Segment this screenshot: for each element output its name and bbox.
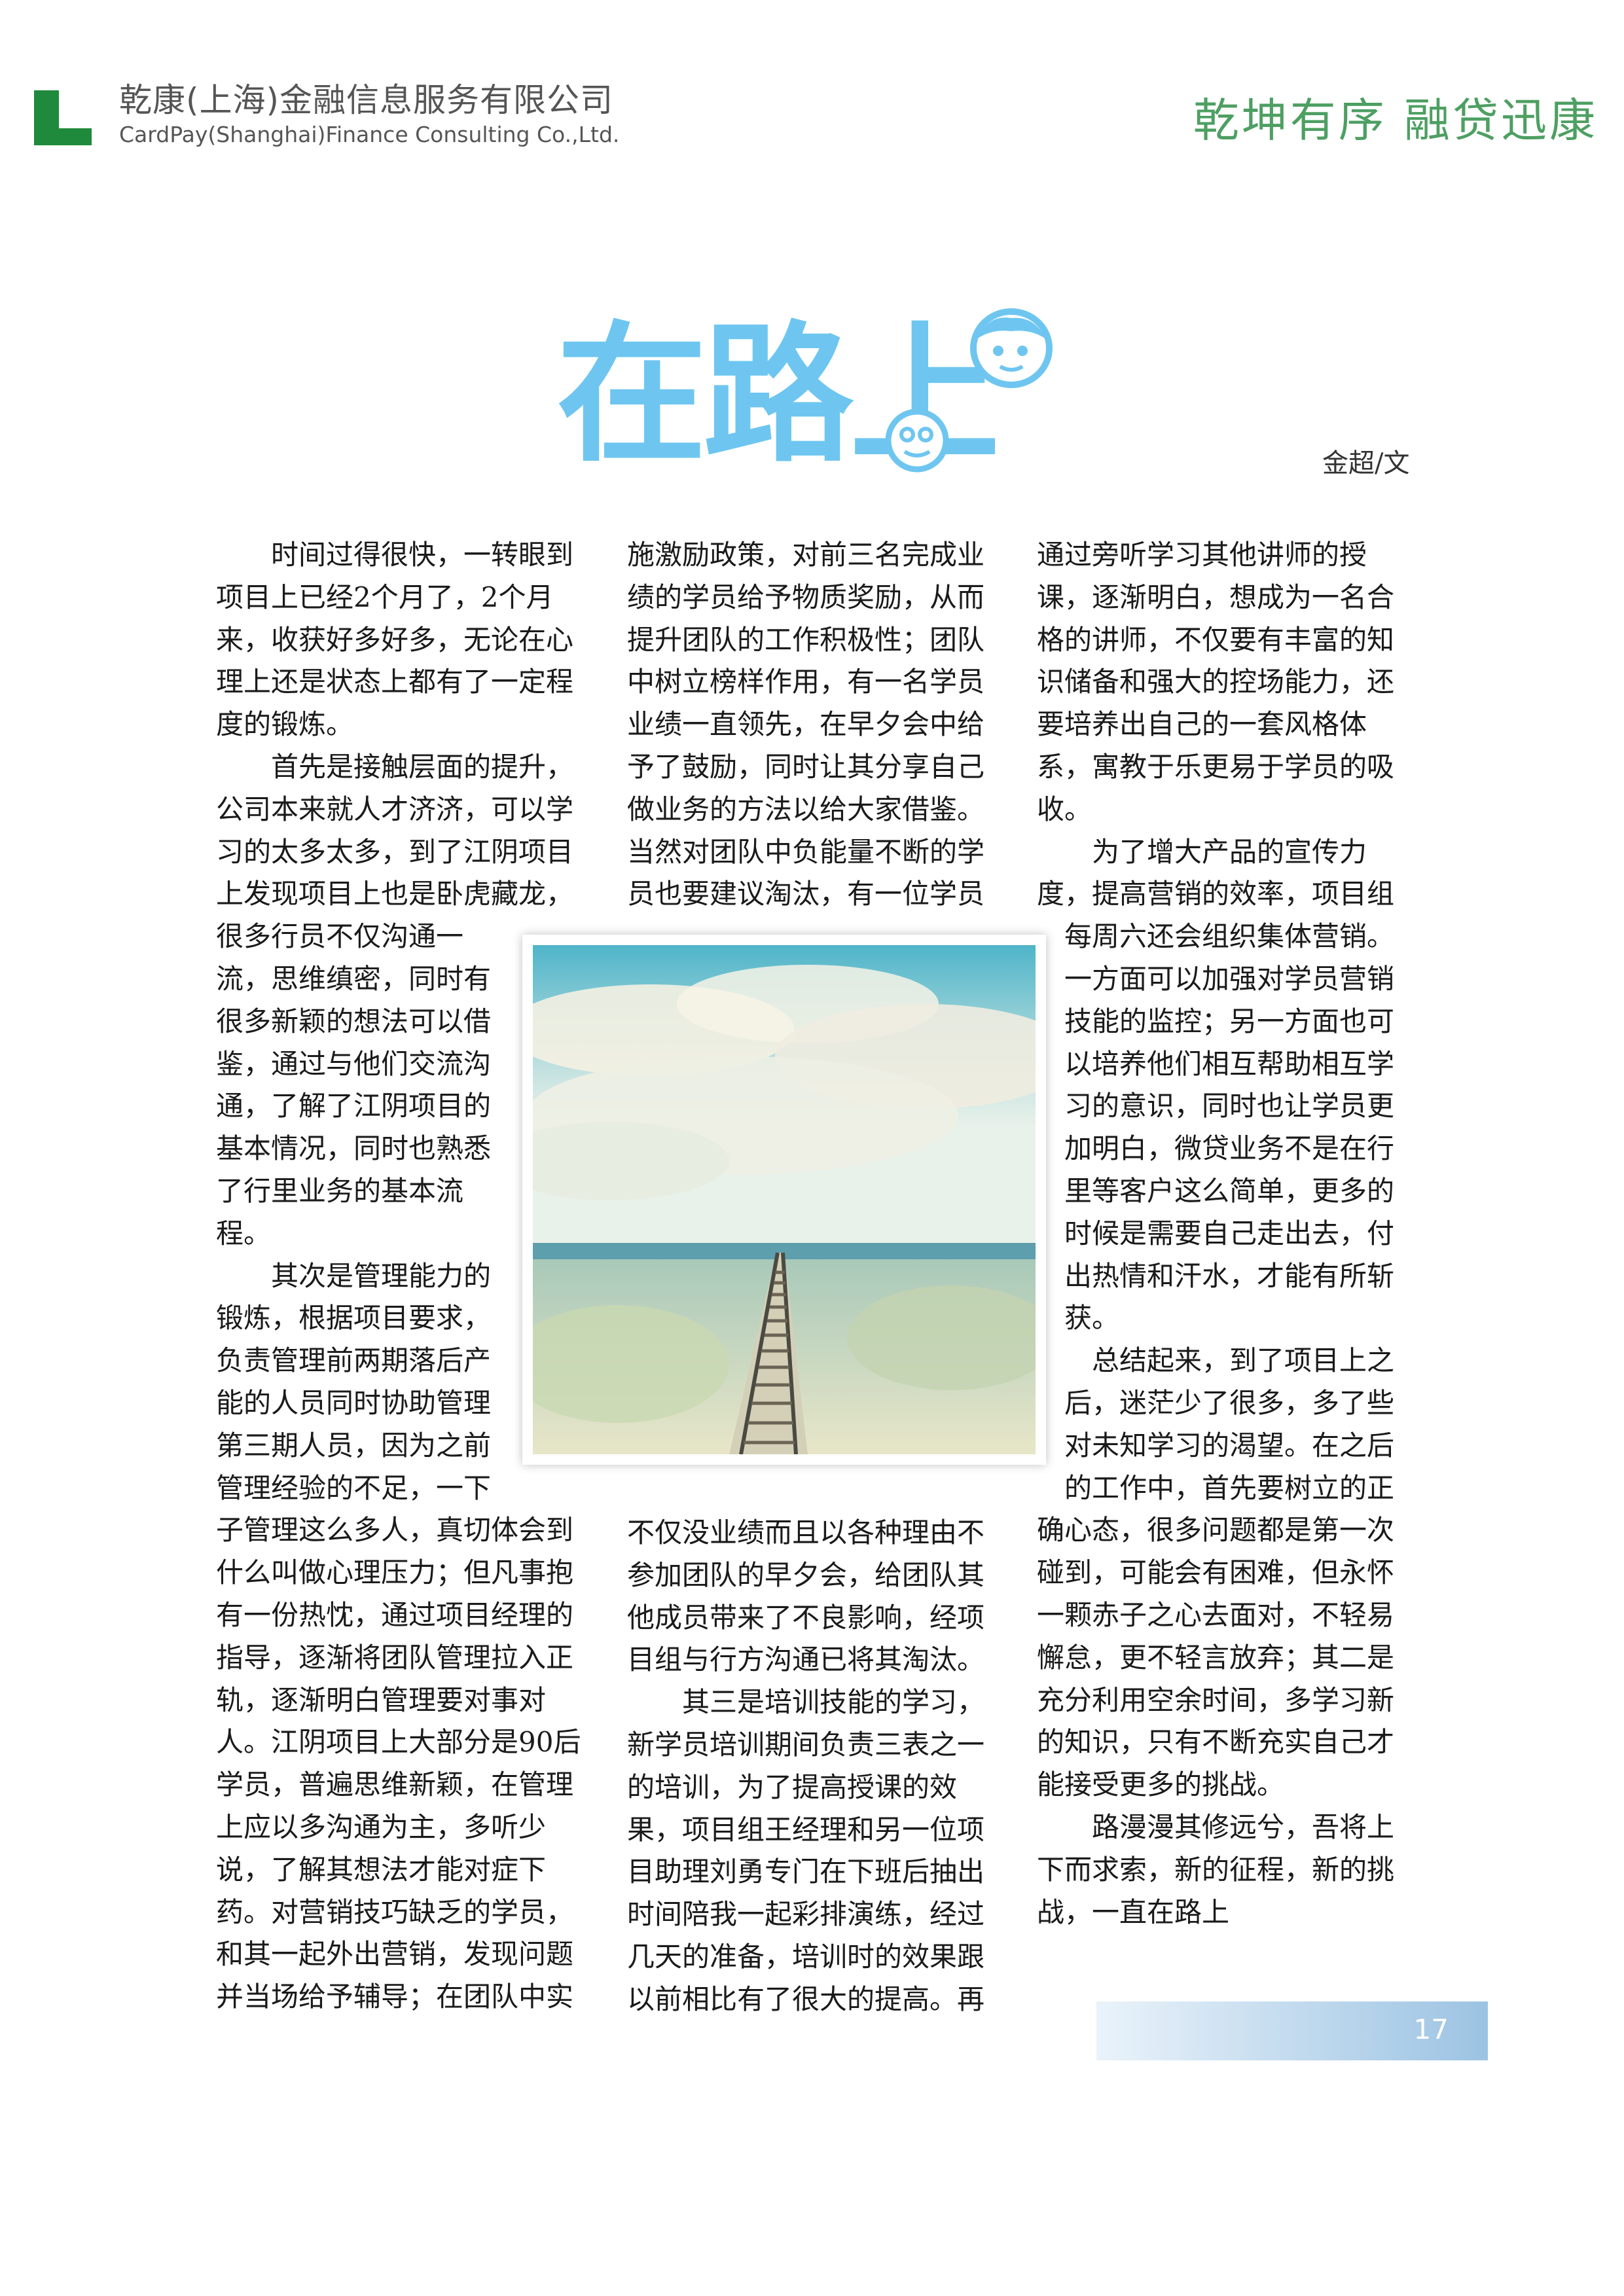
body-text-line: 新学员培训期间负责三表之一 xyxy=(627,1728,985,1761)
body-text-line: 课，逐渐明白，想成为一名合 xyxy=(1037,581,1395,613)
body-text-line: 一颗赤子之心去面对，不轻易 xyxy=(1037,1598,1395,1631)
body-text-line: 度的锻炼。 xyxy=(216,708,354,741)
company-slogan: 乾坤有序 融贷迅康 xyxy=(1193,94,1598,147)
body-text-line: 其三是培训技能的学习， xyxy=(627,1686,985,1719)
body-text-line: 指导，逐渐将团队管理拉入正 xyxy=(216,1641,574,1674)
body-text-line: 战，一直在路上 xyxy=(1037,1895,1230,1928)
body-text-line: 做业务的方法以给大家借鉴。 xyxy=(627,793,985,825)
body-text-line: 总结起来，到了项目上之 xyxy=(1037,1344,1395,1377)
body-text-line: 时候是需要自己走出去，付 xyxy=(1037,1217,1395,1249)
body-text-line: 上应以多沟通为主，多听少 xyxy=(216,1810,547,1843)
body-text-line: 时间陪我一起彩排演练，经过 xyxy=(627,1898,985,1931)
article-byline: 金超/文 xyxy=(1322,448,1410,478)
body-text-line: 员也要建议淘汰，有一位学员 xyxy=(627,878,985,910)
body-text-line: 以培养他们相互帮助相互学 xyxy=(1037,1047,1395,1080)
company-logo-icon xyxy=(34,90,97,145)
body-text-line: 药。对营销技巧缺乏的学员， xyxy=(216,1895,574,1928)
body-text-line: 轨，逐渐明白管理要对事对 xyxy=(216,1683,547,1716)
body-text-line: 有一份热忱，通过项目经理的 xyxy=(216,1598,574,1631)
body-text-line: 每周六还会组织集体营销。 xyxy=(1037,920,1395,953)
body-text-line: 管理经验的不足，一下 xyxy=(216,1471,492,1504)
body-text-line: 的知识，只有不断充实自己才 xyxy=(1037,1726,1395,1759)
character-face-icon xyxy=(970,308,1053,388)
body-text-line: 目组与行方沟通已将其淘汰。 xyxy=(627,1643,985,1676)
body-text-line: 格的讲师，不仅要有丰富的知 xyxy=(1037,623,1395,656)
body-column-2-bottom: 不仅没业绩而且以各种理由不 参加团队的早夕会，给团队其 他成员带来了不良影响，经项目… xyxy=(627,1512,984,2021)
body-text-line: 要培养出自己的一套风格体 xyxy=(1037,708,1367,741)
body-column-3: 通过旁听学习其他讲师的授 课，逐渐明白，想成为一名合 格的讲师，不仅要有丰富的知 识储… xyxy=(1037,534,1394,1933)
body-text-line: 系，寓教于乐更易于学员的吸 xyxy=(1037,750,1395,783)
body-text-line: 提升团队的工作积极性；团队 xyxy=(627,623,985,656)
body-text-line: 能接受更多的挑战。 xyxy=(1037,1768,1285,1801)
body-text-line: 业绩一直领先，在早夕会中给 xyxy=(627,708,985,741)
body-text-line: 学员，普遍思维新颖，在管理 xyxy=(216,1768,574,1801)
body-text-line: 习的意识，同时也让学员更 xyxy=(1037,1090,1395,1122)
body-text-line: 技能的监控；另一方面也可 xyxy=(1037,1005,1395,1037)
body-text-line: 收。 xyxy=(1037,793,1092,825)
body-text-line: 出热情和汗水，才能有所斩 xyxy=(1037,1259,1395,1292)
article-photo-frame xyxy=(522,935,1046,1465)
railway-track-landscape-photo xyxy=(533,945,1036,1454)
body-text-line: 下而求索，新的征程，新的挑 xyxy=(1037,1853,1395,1886)
page-number-box: 17 xyxy=(1096,2001,1488,2060)
company-name-english: CardPay(Shanghai)Finance Consulting Co.,… xyxy=(119,122,620,147)
body-text-line: 参加团队的早夕会，给团队其 xyxy=(627,1558,985,1591)
body-text-line: 时间过得很快，一转眼到 xyxy=(216,539,574,571)
body-text-line: 并当场给予辅导；在团队中实 xyxy=(216,1981,574,2013)
body-text-line: 不仅没业绩而且以各种理由不 xyxy=(627,1516,985,1549)
body-text-line: 碰到，可能会有困难，但永怀 xyxy=(1037,1556,1395,1589)
page-number: 17 xyxy=(1413,2013,1449,2045)
body-text-line: 项目上已经2个月了，2个月 xyxy=(216,581,554,613)
body-text-line: 首先是接触层面的提升， xyxy=(216,750,574,783)
body-text-line: 来，收获好多好多，无论在心 xyxy=(216,623,574,656)
body-text-line: 里等客户这么简单，更多的 xyxy=(1037,1174,1395,1207)
company-name-block: 乾康(上海)金融信息服务有限公司 CardPay(Shanghai)Financ… xyxy=(119,80,619,149)
body-text-line: 上发现项目上也是卧虎藏龙， xyxy=(216,878,574,910)
body-text-line: 路漫漫其修远兮，吾将上 xyxy=(1037,1810,1395,1843)
body-text-line: 后，迷茫少了很多，多了些 xyxy=(1037,1386,1395,1419)
body-text-line: 公司本来就人才济济，可以学 xyxy=(216,793,574,825)
body-text-line: 理上还是状态上都有了一定程 xyxy=(216,666,574,698)
body-text-line: 获。 xyxy=(1037,1302,1120,1335)
body-text-line: 懈怠，更不轻言放弃；其二是 xyxy=(1037,1641,1395,1674)
body-text-line: 几天的准备，培训时的效果跟 xyxy=(627,1940,985,1973)
body-text-line: 充分利用空余时间，多学习新 xyxy=(1037,1683,1395,1716)
body-text-line: 以前相比有了很大的提高。再 xyxy=(627,1982,985,2015)
body-text-line: 说，了解其想法才能对症下 xyxy=(216,1853,547,1886)
body-text-line: 当然对团队中负能量不断的学 xyxy=(627,835,985,868)
body-column-2-top: 施激励政策，对前三名完成业 绩的学员给予物质奖励，从而 提升团队的工作积极性；团队中… xyxy=(627,534,984,916)
body-text-line: 的培训，为了提高授课的效 xyxy=(627,1770,958,1803)
body-text-line: 对未知学习的渴望。在之后 xyxy=(1037,1429,1395,1462)
body-text-line: 予了鼓励，同时让其分享自己 xyxy=(627,750,985,783)
body-text-line: 果，项目组王经理和另一位项 xyxy=(627,1813,985,1846)
body-text-line: 他成员带来了不良影响，经项 xyxy=(627,1601,985,1634)
body-text-line: 一方面可以加强对学员营销 xyxy=(1037,962,1395,995)
company-name-chinese: 乾康(上海)金融信息服务有限公司 xyxy=(119,81,614,119)
body-text-line: 中树立榜样作用，有一名学员 xyxy=(627,666,985,698)
body-text-line: 子管理这么多人，真切体会到 xyxy=(216,1514,574,1547)
body-text-line: 和其一起外出营销，发现问题 xyxy=(216,1938,574,1971)
body-text-line: 通过旁听学习其他讲师的授 xyxy=(1037,539,1367,571)
body-text-line: 绩的学员给予物质奖励，从而 xyxy=(627,581,985,613)
body-text-line: 目助理刘勇专门在下班后抽出 xyxy=(627,1856,985,1888)
body-text-line: 的工作中，首先要树立的正 xyxy=(1037,1471,1395,1504)
body-text-line: 什么叫做心理压力；但凡事抱 xyxy=(216,1556,574,1589)
body-text-line: 施激励政策，对前三名完成业 xyxy=(627,539,985,571)
body-text-line: 识储备和强大的控场能力，还 xyxy=(1037,666,1395,698)
body-text-line: 确心态，很多问题都是第一次 xyxy=(1037,1514,1395,1547)
body-text-line: 加明白，微贷业务不是在行 xyxy=(1037,1132,1395,1165)
body-text-line: 习的太多太多，到了江阴项目 xyxy=(216,835,574,868)
body-text-line: 人。江阴项目上大部分是90后 xyxy=(216,1726,581,1759)
article-title: 在路上 xyxy=(556,301,1067,491)
small-face-icon xyxy=(885,408,949,473)
body-text-line: 为了增大产品的宣传力 xyxy=(1037,835,1367,868)
body-text-line: 度，提高营销的效率，项目组 xyxy=(1037,878,1395,910)
